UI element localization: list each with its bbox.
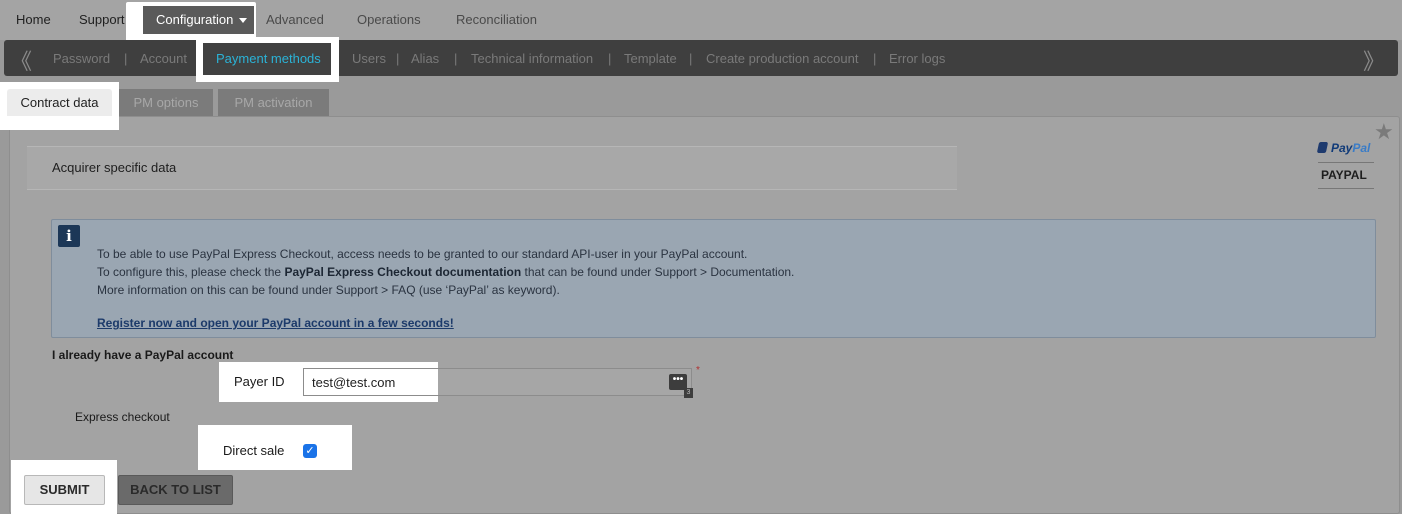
subnav-create-production-account[interactable]: Create production account xyxy=(706,51,858,66)
subnav-payment-methods[interactable]: Payment methods xyxy=(216,51,321,66)
register-paypal-link[interactable]: Register now and open your PayPal accoun… xyxy=(97,316,454,330)
nav-configuration-label: Configuration xyxy=(156,12,234,27)
nav-operations[interactable]: Operations xyxy=(357,12,421,27)
subnav-technical-information[interactable]: Technical information xyxy=(471,51,593,66)
caret-down-icon xyxy=(239,18,248,24)
payer-id-input-extension[interactable] xyxy=(438,368,692,396)
payer-id-label: Payer ID xyxy=(234,374,285,389)
logo-divider xyxy=(1318,188,1374,189)
subnav-users[interactable]: Users xyxy=(352,51,386,66)
tab-pm-options[interactable]: PM options xyxy=(119,89,213,116)
subnav-separator: | xyxy=(608,51,612,66)
nav-home[interactable]: Home xyxy=(16,12,51,27)
subnav-separator: | xyxy=(454,51,458,66)
subnav-template[interactable]: Template xyxy=(624,51,677,66)
paypal-logo-pay: Pay xyxy=(1331,141,1353,155)
direct-sale-label: Direct sale xyxy=(223,443,285,458)
count-badge: 3 xyxy=(684,388,693,398)
required-asterisk: * xyxy=(696,365,700,376)
direct-sale-checkbox[interactable]: ✓ xyxy=(303,444,317,458)
documentation-reference: PayPal Express Checkout documentation xyxy=(284,265,522,279)
subnav-account[interactable]: Account xyxy=(140,51,187,66)
subnav-password[interactable]: Password xyxy=(53,51,110,66)
info-line-2-prefix: To configure this, please check the xyxy=(97,265,285,279)
info-line-2: To configure this, please check the PayP… xyxy=(97,265,794,279)
scroll-left-icon[interactable]: 《 xyxy=(10,44,32,76)
section-title: Acquirer specific data xyxy=(52,160,177,175)
nav-reconciliation[interactable]: Reconciliation xyxy=(456,12,537,27)
tab-pm-activation[interactable]: PM activation xyxy=(218,89,329,116)
paypal-p-icon xyxy=(1316,142,1329,153)
nav-support[interactable]: Support xyxy=(79,12,125,27)
info-line-2-suffix: that can be found under Support > Docume… xyxy=(521,265,795,279)
info-line-3: More information on this can be found un… xyxy=(97,283,560,297)
star-icon[interactable]: ★ xyxy=(1374,119,1394,145)
subnav-separator: | xyxy=(873,51,877,66)
submit-button[interactable]: SUBMIT xyxy=(24,475,105,505)
tab-contract-data[interactable]: Contract data xyxy=(7,89,112,116)
info-icon: i xyxy=(58,225,80,247)
subnav-separator: | xyxy=(689,51,693,66)
back-to-list-button[interactable]: BACK TO LIST xyxy=(118,475,233,505)
subnav-separator: | xyxy=(396,51,400,66)
info-line-1: To be able to use PayPal Express Checkou… xyxy=(97,247,748,261)
paypal-logo-pal: Pal xyxy=(1352,141,1371,155)
scroll-right-icon[interactable]: 》 xyxy=(1363,44,1385,76)
nav-configuration[interactable]: Configuration xyxy=(143,6,254,34)
payment-method-name: PAYPAL xyxy=(1321,168,1367,182)
already-have-account-label: I already have a PayPal account xyxy=(52,348,234,362)
subnav-alias[interactable]: Alias xyxy=(411,51,439,66)
payer-id-input[interactable] xyxy=(303,368,438,396)
paypal-logo: PayPal xyxy=(1316,141,1371,155)
nav-advanced[interactable]: Advanced xyxy=(266,12,324,27)
subnav-error-logs[interactable]: Error logs xyxy=(889,51,945,66)
subnav-separator: | xyxy=(124,51,128,66)
express-checkout-label: Express checkout xyxy=(75,410,170,424)
logo-divider xyxy=(1318,162,1374,163)
